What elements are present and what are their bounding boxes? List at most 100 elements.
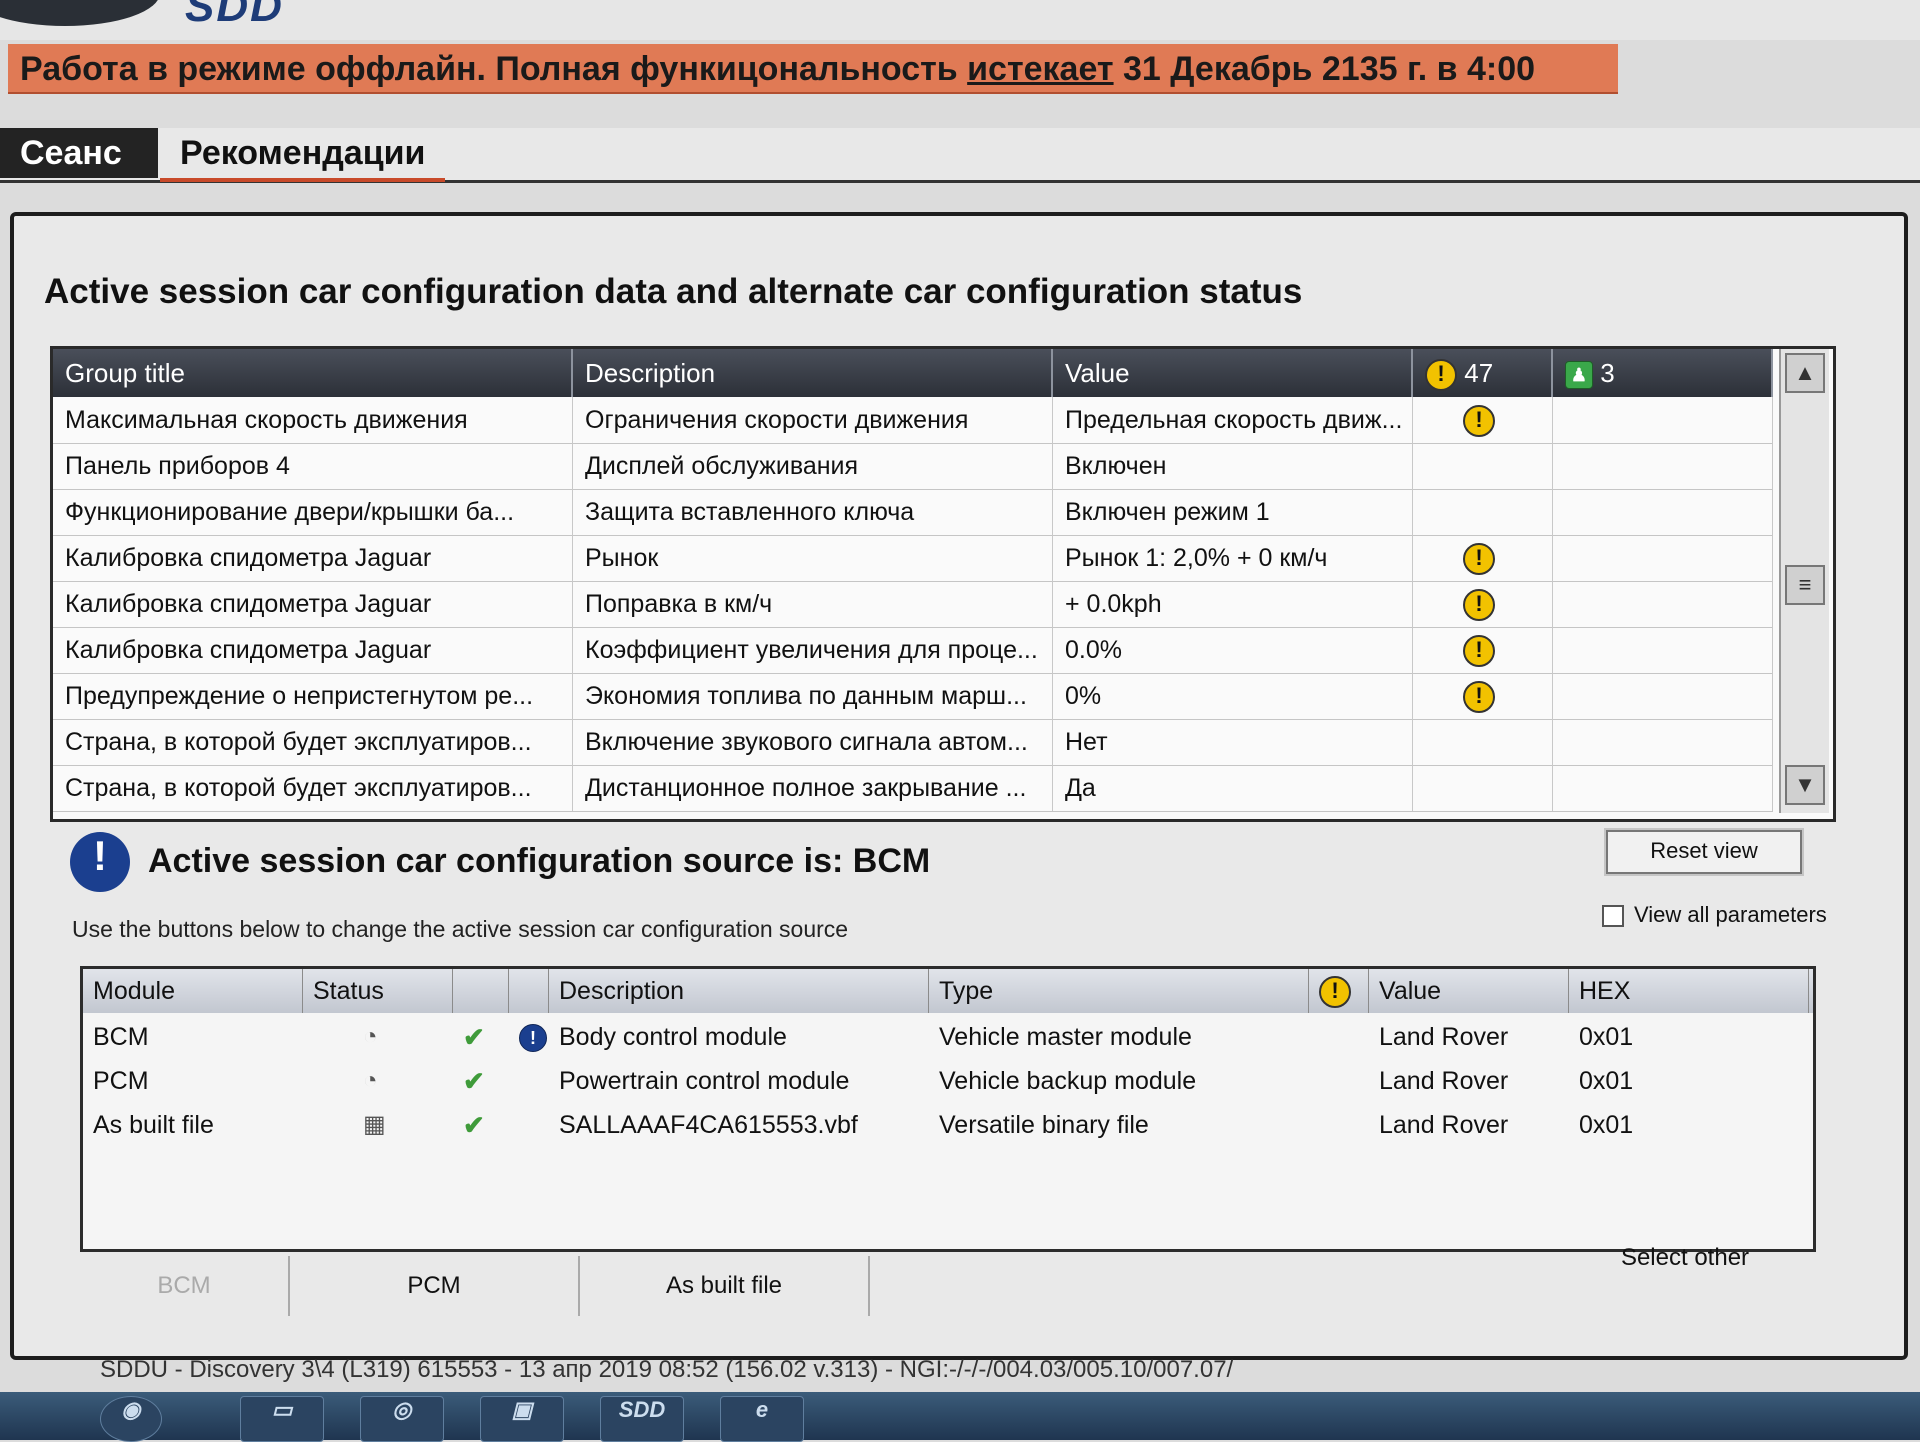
file-status-icon: ▦	[363, 1111, 386, 1138]
tab-recommendations[interactable]: Рекомендации	[160, 128, 446, 182]
scroll-up-button[interactable]: ▲	[1785, 353, 1825, 393]
banner-expires-link[interactable]: истекает	[967, 50, 1113, 88]
pcm-source-button[interactable]: PCM	[290, 1256, 580, 1316]
table-row[interactable]: Страна, в которой будет эксплуатиров... …	[53, 719, 1773, 766]
as-built-source-button[interactable]: As built file	[580, 1256, 870, 1316]
col-module-value[interactable]: Value	[1369, 969, 1569, 1013]
row-info	[1553, 627, 1773, 673]
active-source-icon	[509, 1059, 549, 1103]
top-bar: SDD	[0, 0, 1920, 40]
row-value: 0.0%	[1053, 627, 1413, 673]
row-info	[1553, 397, 1773, 443]
row-value: Предельная скорость движ...	[1053, 397, 1413, 443]
scroll-down-button[interactable]: ▼	[1785, 765, 1825, 805]
row-group: Калибровка спидометра Jaguar	[53, 535, 573, 581]
row-info	[1553, 443, 1773, 489]
browser-icon[interactable]: ◎	[360, 1396, 444, 1442]
module-status-icon: ◔	[363, 1067, 378, 1094]
col-check[interactable]	[453, 969, 509, 1013]
config-source-title: Active session car configuration source …	[148, 842, 931, 880]
row-value: Рынок 1: 2,0% + 0 км/ч	[1053, 535, 1413, 581]
module-hex: 0x01	[1579, 1023, 1634, 1051]
select-other-button[interactable]: Select other	[1560, 1228, 1810, 1288]
view-all-parameters[interactable]: View all parameters	[1602, 902, 1827, 928]
view-all-checkbox[interactable]	[1602, 905, 1624, 928]
row-group: Панель приборов 4	[53, 443, 573, 489]
reset-view-button[interactable]: Reset view	[1606, 830, 1802, 874]
module-warning	[1309, 1015, 1369, 1059]
windows-taskbar: ◉ ▭ ◎ ▣ SDD e	[0, 1392, 1920, 1442]
table-row[interactable]: Максимальная скорость движения Ограничен…	[53, 397, 1773, 444]
col-status[interactable]: Status	[303, 969, 453, 1013]
check-icon: ✔	[463, 1066, 485, 1096]
warning-icon: !	[1463, 405, 1495, 438]
col-module-warning[interactable]: !	[1309, 969, 1369, 1013]
table-row[interactable]: Калибровка спидометра Jaguar Поправка в …	[53, 581, 1773, 628]
table-row[interactable]: Страна, в которой будет эксплуатиров... …	[53, 765, 1773, 812]
module-value: Land Rover	[1379, 1067, 1509, 1095]
session-status-line: SDDU - Discovery 3\4 (L319) 615553 - 13 …	[100, 1356, 1234, 1383]
row-info	[1553, 673, 1773, 719]
col-group-title[interactable]: Group title	[53, 349, 573, 397]
col-module-description[interactable]: Description	[549, 969, 929, 1013]
explorer-icon[interactable]: ▭	[240, 1396, 324, 1442]
row-value: Нет	[1053, 719, 1413, 765]
scroll-thumb[interactable]: ≡	[1785, 565, 1825, 605]
module-row[interactable]: BCM ◔ ✔ ! Body control module Vehicle ma…	[83, 1015, 1813, 1059]
col-value[interactable]: Value	[1053, 349, 1413, 397]
row-description: Ограничения скорости движения	[573, 397, 1053, 443]
config-source-subtitle: Use the buttons below to change the acti…	[72, 916, 849, 942]
table-row[interactable]: Калибровка спидометра Jaguar Рынок Рынок…	[53, 535, 1773, 582]
col-module[interactable]: Module	[83, 969, 303, 1013]
row-description: Рынок	[573, 535, 1053, 581]
save-app-icon[interactable]: ▣	[480, 1396, 564, 1442]
row-group: Максимальная скорость движения	[53, 397, 573, 443]
row-description: Дистанционное полное закрывание ...	[573, 765, 1053, 811]
offline-banner: Работа в режиме оффлайн. Полная функицон…	[8, 44, 1618, 94]
module-name: As built file	[93, 1111, 214, 1139]
row-warning: !	[1413, 627, 1553, 673]
col-info[interactable]: ♟ 3	[1553, 349, 1773, 397]
row-warning	[1413, 765, 1553, 811]
module-type: Vehicle master module	[939, 1023, 1192, 1051]
row-info	[1553, 765, 1773, 811]
start-button-icon[interactable]: ◉	[100, 1396, 162, 1442]
table-row[interactable]: Предупреждение о непристегнутом ре... Эк…	[53, 673, 1773, 720]
module-row[interactable]: As built file ▦ ✔ SALLAAAF4CA615553.vbf …	[83, 1103, 1813, 1147]
row-description: Включение звукового сигнала автом...	[573, 719, 1053, 765]
info-count: 3	[1600, 358, 1615, 388]
col-warnings[interactable]: ! 47	[1413, 349, 1553, 397]
bcm-source-button[interactable]: BCM	[80, 1256, 290, 1316]
col-hex[interactable]: HEX	[1569, 969, 1809, 1013]
tab-session[interactable]: Сеанс	[0, 128, 158, 178]
internet-explorer-icon[interactable]: e	[720, 1396, 804, 1442]
module-name: BCM	[93, 1023, 149, 1051]
col-active[interactable]	[509, 969, 549, 1013]
app-logo-text: SDD	[185, 0, 284, 31]
module-row[interactable]: PCM ◔ ✔ Powertrain control module Vehicl…	[83, 1059, 1813, 1103]
table-row[interactable]: Функционирование двери/крышки ба... Защи…	[53, 489, 1773, 536]
config-table-scrollbar[interactable]: ▲ ≡ ▼	[1779, 349, 1829, 813]
warning-icon: !	[1463, 543, 1495, 576]
table-row[interactable]: Панель приборов 4 Дисплей обслуживания В…	[53, 443, 1773, 490]
module-value: Land Rover	[1379, 1023, 1509, 1051]
row-group: Предупреждение о непристегнутом ре...	[53, 673, 573, 719]
module-status-icon: ◔	[363, 1023, 378, 1050]
row-value: Включен	[1053, 443, 1413, 489]
table-row[interactable]: Калибровка спидометра Jaguar Коэффициент…	[53, 627, 1773, 674]
col-type[interactable]: Type	[929, 969, 1309, 1013]
row-group: Страна, в которой будет эксплуатиров...	[53, 719, 573, 765]
active-badge: !	[519, 1024, 547, 1053]
source-buttons: BCM PCM As built file Select other	[80, 1244, 1810, 1316]
col-description[interactable]: Description	[573, 349, 1053, 397]
row-description: Дисплей обслуживания	[573, 443, 1053, 489]
row-description: Защита вставленного ключа	[573, 489, 1053, 535]
row-group: Калибровка спидометра Jaguar	[53, 581, 573, 627]
sdd-app-icon[interactable]: SDD	[600, 1396, 684, 1442]
row-warning: !	[1413, 673, 1553, 719]
row-info	[1553, 719, 1773, 765]
row-description: Поправка в км/ч	[573, 581, 1053, 627]
row-description: Экономия топлива по данным марш...	[573, 673, 1053, 719]
tab-bar: Сеанс Рекомендации	[0, 128, 1920, 183]
view-all-label: View all parameters	[1634, 902, 1827, 927]
